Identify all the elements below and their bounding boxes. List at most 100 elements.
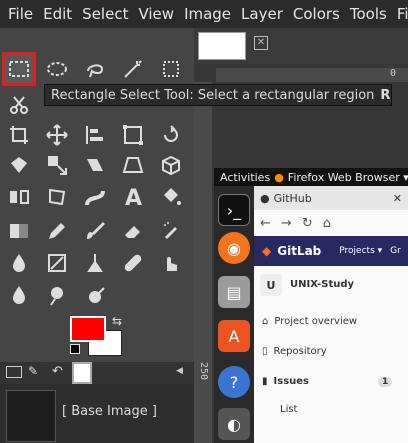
- mypaint-brush-tool[interactable]: [42, 248, 72, 278]
- align-tool[interactable]: [80, 120, 110, 150]
- groups-menu: Gr: [390, 246, 401, 256]
- images-tab-icon[interactable]: [72, 362, 92, 384]
- move-tool[interactable]: [42, 120, 72, 150]
- blur-tool[interactable]: [4, 280, 34, 310]
- reload-icon: ↻: [301, 215, 313, 231]
- sidebar-item-label: Issues: [273, 376, 309, 387]
- repository-icon: ▯: [262, 346, 268, 357]
- gitlab-logo-icon: ◆: [262, 244, 272, 258]
- clone-tool[interactable]: [80, 248, 110, 278]
- horizontal-ruler[interactable]: 0: [216, 68, 408, 82]
- warp-tool[interactable]: [80, 182, 110, 212]
- back-icon: ←: [260, 215, 271, 231]
- sidebar-item-label: Project overview: [274, 316, 358, 327]
- sidebar-item-label: Repository: [273, 346, 327, 357]
- sidebar-item-issues: ▮ Issues 1: [262, 376, 393, 387]
- rotate-tool[interactable]: [156, 120, 186, 150]
- home-icon: ⌂: [262, 316, 269, 327]
- select-by-color-tool[interactable]: [156, 54, 186, 84]
- menu-file[interactable]: File: [8, 5, 33, 23]
- unified-transform-tool[interactable]: [118, 120, 148, 150]
- activities-label: Activities: [220, 170, 271, 184]
- paintbrush-tool[interactable]: [80, 216, 110, 246]
- tooltip-shortcut: R: [380, 87, 391, 103]
- menu-select[interactable]: Select: [82, 5, 128, 23]
- sidebar-item-label: List: [280, 404, 298, 415]
- tool-options-icon[interactable]: ✎: [28, 364, 38, 378]
- menu-colors[interactable]: Colors: [293, 5, 340, 23]
- 3d-transform-tool[interactable]: [156, 150, 186, 180]
- image-tabs: ✕: [194, 28, 408, 64]
- issues-count-badge: 1: [378, 376, 393, 387]
- airbrush-tool[interactable]: [156, 216, 186, 246]
- browser-label: Firefox Web Browser ▾: [287, 170, 408, 184]
- eraser-tool[interactable]: [118, 216, 148, 246]
- perspective-tool[interactable]: [118, 150, 148, 180]
- layer-thumbnail[interactable]: [6, 390, 56, 442]
- bucket-fill-tool[interactable]: [156, 182, 186, 212]
- menu-tools[interactable]: Tools: [350, 5, 387, 23]
- ellipse-select-tool[interactable]: [42, 54, 72, 84]
- github-icon: ●: [260, 191, 270, 205]
- default-colors-icon[interactable]: [70, 344, 80, 354]
- fuzzy-select-tool[interactable]: [118, 54, 148, 84]
- menu-edit[interactable]: Edit: [43, 5, 72, 23]
- browser-window: ● GitHub ✕ ← → ↻ ⌂ ◆ GitLab Projects ▾ Gr U UNIX…: [254, 186, 408, 443]
- device-status-icon[interactable]: [6, 366, 22, 378]
- projects-menu: Projects ▾: [339, 246, 383, 256]
- tab-close-icon: ✕: [392, 191, 402, 205]
- tool-tooltip: Rectangle Select Tool: Select a rectangu…: [44, 84, 392, 106]
- gitlab-label: GitLab: [277, 244, 322, 258]
- ruler-v-label: 250: [198, 362, 209, 381]
- scissors-select-icon[interactable]: [4, 90, 34, 120]
- pencil-tool[interactable]: [42, 216, 72, 246]
- sidebar-item-list: List: [262, 404, 297, 415]
- help-icon: ?: [218, 366, 250, 398]
- heal-tool[interactable]: [118, 248, 148, 278]
- layer-name[interactable]: [ Base Image ]: [62, 404, 157, 419]
- gitlab-navbar: ◆ GitLab Projects ▾ Gr: [254, 236, 408, 266]
- cage-transform-tool[interactable]: [42, 182, 72, 212]
- files-icon: ▤: [218, 276, 250, 308]
- free-select-tool[interactable]: [80, 54, 110, 84]
- swap-colors-icon[interactable]: ⇆: [112, 314, 122, 328]
- color-picker-tool[interactable]: [80, 280, 110, 310]
- image-thumbnail[interactable]: [198, 32, 246, 60]
- scale-tool[interactable]: [42, 150, 72, 180]
- firefox-dock-icon: ◉: [218, 232, 250, 264]
- foreground-color-swatch[interactable]: [70, 316, 106, 342]
- warp-transform-tool[interactable]: [4, 150, 34, 180]
- forward-icon: →: [280, 215, 292, 231]
- menu-view[interactable]: View: [138, 5, 174, 23]
- dodge-burn-tool[interactable]: [42, 280, 72, 310]
- close-icon[interactable]: ✕: [254, 36, 268, 50]
- tab-title: GitHub: [273, 191, 312, 205]
- ruler-h-label: 0: [390, 68, 397, 79]
- image-content[interactable]: Activities ● Firefox Web Browser ▾ ›_ ◉ …: [214, 168, 408, 443]
- sidebar-item-repository: ▯ Repository: [262, 346, 327, 357]
- smudge-tool[interactable]: [156, 248, 186, 278]
- gimp-icon: ◐: [218, 408, 250, 440]
- vertical-ruler[interactable]: 250: [194, 82, 212, 443]
- crop-tool[interactable]: [4, 120, 34, 150]
- url-bar: ← → ↻ ⌂: [254, 210, 408, 236]
- menu-filters[interactable]: Filt: [397, 5, 408, 23]
- home-icon: ⌂: [322, 215, 331, 231]
- ubuntu-dock: ›_ ◉ ▤ A ? ◐: [214, 186, 254, 443]
- rectangle-select-tool[interactable]: [2, 52, 36, 86]
- gradient-tool[interactable]: [4, 216, 34, 246]
- ubuntu-topbar: Activities ● Firefox Web Browser ▾: [214, 168, 408, 186]
- tooltip-text: Rectangle Select Tool: Select a rectangu…: [51, 87, 375, 103]
- menu-layer[interactable]: Layer: [241, 5, 283, 23]
- ink-tool[interactable]: [4, 248, 34, 278]
- shear-tool[interactable]: [80, 150, 110, 180]
- issues-icon: ▮: [262, 376, 268, 387]
- sidebar-item-overview: ⌂ Project overview: [262, 316, 357, 327]
- undo-history-icon[interactable]: ↶: [52, 364, 63, 379]
- text-tool[interactable]: A: [118, 182, 148, 212]
- menu-bar: File Edit Select View Image Layer Colors…: [0, 0, 408, 28]
- menu-image[interactable]: Image: [184, 5, 231, 23]
- dock-menu-icon[interactable]: ◀: [176, 366, 183, 376]
- flip-tool[interactable]: [4, 182, 34, 212]
- software-icon: A: [218, 320, 250, 352]
